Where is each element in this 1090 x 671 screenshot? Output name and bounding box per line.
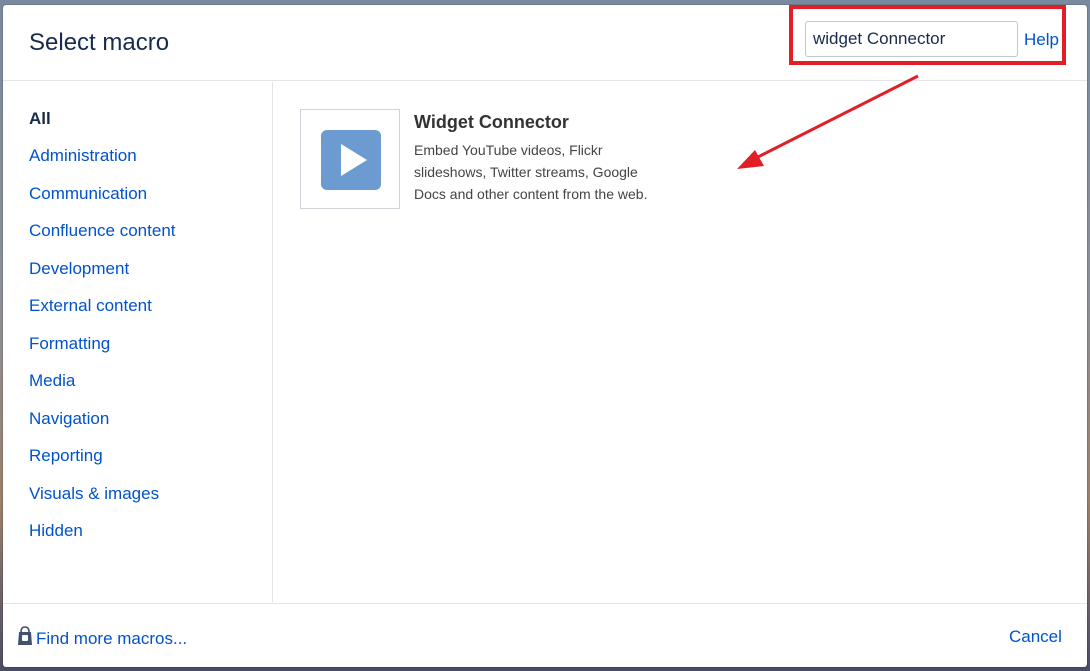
search-highlight-annotation [789,5,1066,65]
macro-title[interactable]: Widget Connector [414,112,569,133]
marketplace-bag-icon [17,626,33,651]
dialog-footer: Find more macros... Cancel [3,603,1087,667]
find-more-label: Find more macros... [36,628,188,648]
category-confluence-content[interactable]: Confluence content [29,221,176,241]
category-all[interactable]: All [29,109,51,129]
category-navigation[interactable]: Navigation [29,409,109,429]
macro-results: Widget Connector Embed YouTube videos, F… [273,82,1087,602]
category-external-content[interactable]: External content [29,296,152,316]
select-macro-dialog: Select macro Help All Administration Com… [3,5,1087,667]
dialog-title: Select macro [29,29,170,56]
category-reporting[interactable]: Reporting [29,446,103,466]
play-icon [321,130,381,190]
category-development[interactable]: Development [29,259,129,279]
find-more-macros-link[interactable]: Find more macros... [17,626,187,651]
cancel-button[interactable]: Cancel [1009,627,1062,647]
macro-card-widget-connector[interactable] [300,109,400,209]
macro-description: Embed YouTube videos, Flickr slideshows,… [414,142,648,202]
category-sidebar: All Administration Communication Conflue… [3,82,273,602]
category-visuals-images[interactable]: Visuals & images [29,484,159,504]
category-administration[interactable]: Administration [29,146,137,166]
category-hidden[interactable]: Hidden [29,521,83,541]
category-communication[interactable]: Communication [29,184,147,204]
category-media[interactable]: Media [29,371,75,391]
category-formatting[interactable]: Formatting [29,334,110,354]
